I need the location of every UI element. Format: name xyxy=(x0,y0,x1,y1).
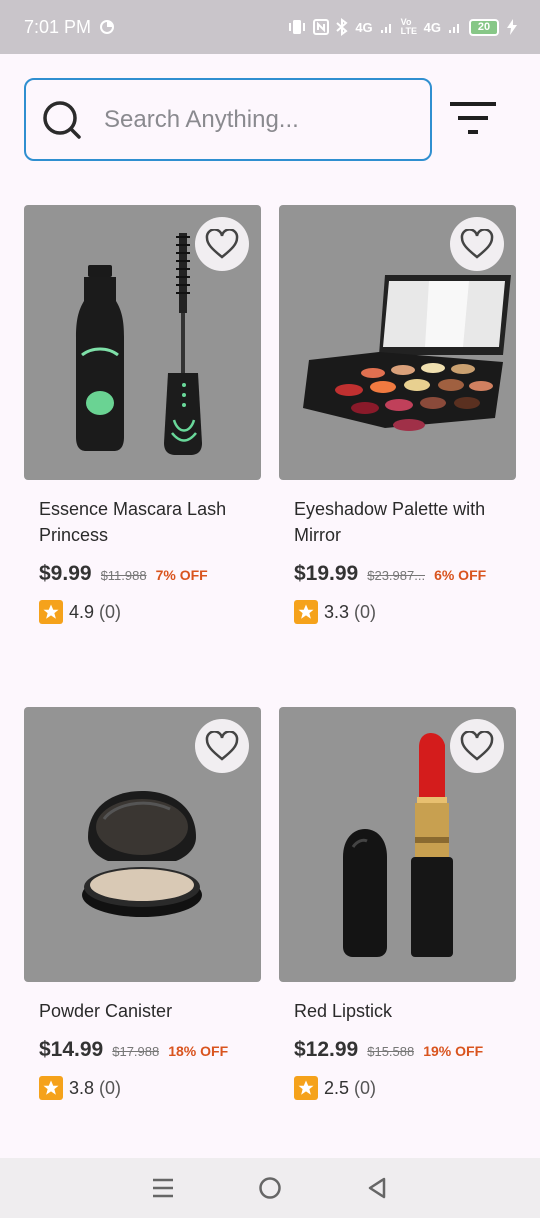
search-input[interactable] xyxy=(104,105,404,134)
favorite-button[interactable] xyxy=(450,719,504,773)
product-old-price: $15.588 xyxy=(367,1044,415,1059)
filter-icon xyxy=(450,102,496,134)
product-image-palette[interactable] xyxy=(279,205,516,480)
product-price: $12.99 xyxy=(294,1038,359,1061)
heart-icon xyxy=(205,229,239,259)
home-button[interactable] xyxy=(250,1168,290,1208)
data-saver-icon xyxy=(100,20,115,34)
heart-icon xyxy=(460,229,494,259)
search-icon xyxy=(43,100,81,139)
product-rating-count: (0) xyxy=(99,1077,122,1098)
product-rating: 3.3 xyxy=(324,601,350,622)
product-discount: 6% OFF xyxy=(434,567,487,583)
heart-icon xyxy=(205,731,239,761)
bluetooth-icon xyxy=(336,18,348,36)
status-bar: 7:01 PM 4G Vo LTE 4G 20 xyxy=(0,0,540,54)
star-icon xyxy=(39,1076,63,1100)
product-old-price: $17.988 xyxy=(112,1044,160,1059)
price-row: $9.99 $11.988 7% OFF xyxy=(39,562,261,586)
nfc-icon xyxy=(313,19,330,35)
product-rating-count: (0) xyxy=(99,601,122,622)
product-name: Red Lipstick xyxy=(294,1001,393,1021)
battery-icon: 20 xyxy=(469,18,499,36)
status-left: 7:01 PM xyxy=(24,17,115,38)
product-price: $14.99 xyxy=(39,1038,104,1061)
system-nav-bar xyxy=(0,1158,540,1218)
status-right: 4G Vo LTE 4G 20 xyxy=(288,18,518,36)
rating-row: 4.9 (0) xyxy=(39,600,261,624)
network-label-2: 4G xyxy=(423,19,441,35)
network-label-1: 4G xyxy=(355,19,373,35)
product-rating: 3.8 xyxy=(69,1077,95,1098)
favorite-button[interactable] xyxy=(195,719,249,773)
product-name: Essence Mascara Lash Princess xyxy=(39,499,227,545)
star-icon xyxy=(39,600,63,624)
star-icon xyxy=(294,600,318,624)
price-row: $12.99 $15.588 19% OFF xyxy=(294,1038,516,1062)
product-rating-count: (0) xyxy=(354,601,377,622)
rating-row: 3.8 (0) xyxy=(39,1076,261,1100)
recents-button[interactable] xyxy=(143,1168,183,1208)
favorite-button[interactable] xyxy=(450,217,504,271)
product-rating-count: (0) xyxy=(354,1077,377,1098)
back-triangle-icon xyxy=(368,1177,385,1199)
heart-icon xyxy=(460,731,494,761)
product-price: $9.99 xyxy=(39,562,92,585)
star-icon xyxy=(294,1076,318,1100)
rating-row: 3.3 (0) xyxy=(294,600,516,624)
home-circle-icon xyxy=(259,1177,281,1199)
product-discount: 7% OFF xyxy=(155,567,208,583)
price-row: $19.99 $23.987... 6% OFF xyxy=(294,562,516,586)
product-image-lipstick[interactable] xyxy=(279,707,516,982)
product-rating: 2.5 xyxy=(324,1077,350,1098)
filter-button[interactable] xyxy=(448,98,500,140)
product-name: Eyeshadow Palette with Mirror xyxy=(294,499,486,545)
charging-icon xyxy=(507,19,517,35)
product-card-palette[interactable]: Eyeshadow Palette with Mirror $19.99 $23… xyxy=(279,205,516,624)
product-card-powder[interactable]: Powder Canister $14.99 $17.988 18% OFF 3… xyxy=(24,707,261,1100)
product-name: Powder Canister xyxy=(39,1001,173,1021)
product-discount: 18% OFF xyxy=(168,1043,229,1059)
favorite-button[interactable] xyxy=(195,217,249,271)
product-old-price: $23.987... xyxy=(367,568,426,583)
search-box[interactable] xyxy=(24,78,432,161)
product-card-mascara[interactable]: Essence Mascara Lash Princess $9.99 $11.… xyxy=(24,205,261,624)
signal-icon-1 xyxy=(380,24,391,33)
battery-level: 20 xyxy=(477,21,491,33)
product-old-price: $11.988 xyxy=(100,568,147,583)
menu-icon xyxy=(153,1178,174,1198)
product-card-lipstick[interactable]: Red Lipstick $12.99 $15.588 19% OFF 2.5 … xyxy=(279,707,516,1100)
product-image-mascara[interactable] xyxy=(24,205,261,480)
back-button[interactable] xyxy=(357,1168,397,1208)
signal-icon-2 xyxy=(449,24,459,33)
price-row: $14.99 $17.988 18% OFF xyxy=(39,1038,261,1062)
status-time: 7:01 PM xyxy=(24,16,92,37)
vibrate-icon xyxy=(289,20,306,34)
rating-row: 2.5 (0) xyxy=(294,1076,516,1100)
product-image-powder[interactable] xyxy=(24,707,261,982)
product-discount: 19% OFF xyxy=(423,1043,484,1059)
volte-label: Vo LTE xyxy=(400,17,417,36)
product-price: $19.99 xyxy=(294,562,359,585)
product-rating: 4.9 xyxy=(69,601,95,622)
